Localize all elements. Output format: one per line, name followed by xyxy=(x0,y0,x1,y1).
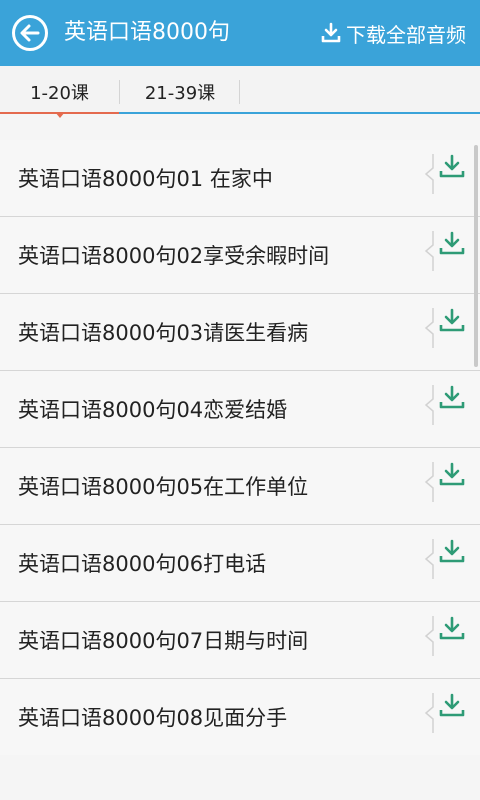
lesson-title: 英语口语8000句03请医生看病 xyxy=(18,321,309,345)
tab-underline xyxy=(119,112,480,114)
lesson-title: 英语口语8000句08见面分手 xyxy=(18,706,288,730)
divider-icon xyxy=(424,385,434,425)
download-all-label: 下载全部音频 xyxy=(346,22,466,47)
download-icon[interactable] xyxy=(438,153,466,181)
list-item[interactable]: 英语口语8000句06打电话 xyxy=(0,525,480,602)
list-item[interactable]: 英语口语8000句02享受余暇时间 xyxy=(0,217,480,294)
list-item[interactable]: 英语口语8000句03请医生看病 xyxy=(0,294,480,371)
divider-icon xyxy=(424,693,434,733)
tab-21-39[interactable]: 21-39课 xyxy=(120,66,240,114)
list-item[interactable]: 英语口语8000句08见面分手 xyxy=(0,679,480,755)
lesson-title: 英语口语8000句02享受余暇时间 xyxy=(18,244,330,268)
list-item[interactable]: 英语口语8000句04恋爱结婚 xyxy=(0,371,480,448)
download-icon[interactable] xyxy=(438,615,466,643)
lesson-title: 英语口语8000句06打电话 xyxy=(18,552,267,576)
lesson-title: 英语口语8000句01 在家中 xyxy=(18,167,273,191)
list-item[interactable]: 英语口语8000句05在工作单位 xyxy=(0,448,480,525)
download-icon[interactable] xyxy=(438,538,466,566)
active-tab-pointer xyxy=(55,112,65,118)
list-scrollbar[interactable] xyxy=(474,145,478,367)
lesson-list: 英语口语8000句01 在家中 英语口语8000句02享受余暇时间 英语口语80… xyxy=(0,140,480,755)
divider-icon xyxy=(424,231,434,271)
download-icon[interactable] xyxy=(438,230,466,258)
download-all-button[interactable]: 下载全部音频 xyxy=(320,0,466,66)
back-button[interactable] xyxy=(11,14,49,52)
tab-divider xyxy=(239,80,240,104)
back-arrow-icon xyxy=(12,15,48,51)
app-header: 英语口语8000句 下载全部音频 xyxy=(0,0,480,66)
list-item[interactable]: 英语口语8000句07日期与时间 xyxy=(0,602,480,679)
divider-icon xyxy=(424,308,434,348)
divider-icon xyxy=(424,462,434,502)
lesson-range-tabs: 1-20课 21-39课 xyxy=(0,66,480,166)
lesson-title: 英语口语8000句07日期与时间 xyxy=(18,629,309,653)
divider-icon xyxy=(424,154,434,194)
download-icon[interactable] xyxy=(438,307,466,335)
divider-icon xyxy=(424,616,434,656)
tab-1-20[interactable]: 1-20课 xyxy=(0,66,119,114)
download-icon[interactable] xyxy=(438,692,466,720)
divider-icon xyxy=(424,539,434,579)
lesson-title: 英语口语8000句05在工作单位 xyxy=(18,475,309,499)
page-title: 英语口语8000句 xyxy=(64,20,230,45)
download-icon xyxy=(321,22,341,43)
download-icon[interactable] xyxy=(438,384,466,412)
download-icon[interactable] xyxy=(438,461,466,489)
list-item[interactable]: 英语口语8000句01 在家中 xyxy=(0,140,480,217)
lesson-title: 英语口语8000句04恋爱结婚 xyxy=(18,398,288,422)
